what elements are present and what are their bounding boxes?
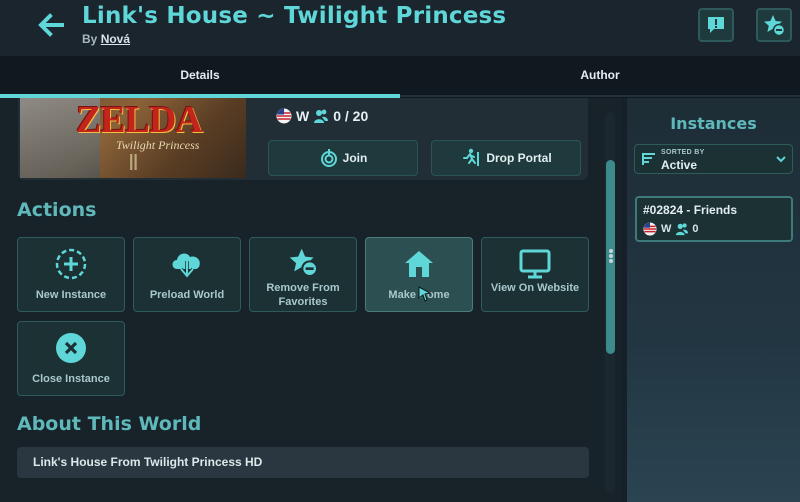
back-button[interactable]	[36, 10, 70, 40]
close-circle-icon	[56, 333, 86, 363]
drop-portal-button[interactable]: Drop Portal	[431, 140, 581, 176]
instance-region: W	[661, 223, 672, 235]
thumbnail-emblem: Ⅱ	[128, 150, 139, 175]
star-minus-icon	[764, 15, 786, 37]
home-icon	[405, 251, 433, 277]
tile-label: Preload World	[149, 289, 225, 301]
byline-prefix: By	[82, 32, 98, 46]
tile-icon-wrap	[18, 330, 124, 366]
thumbnail-logo: ZELDA	[76, 99, 203, 141]
new-instance-button[interactable]: New Instance	[17, 237, 125, 312]
users-icon	[314, 109, 329, 123]
star-minus-icon	[289, 248, 318, 277]
world-thumbnail: ZELDA Twilight Princess Ⅱ	[20, 98, 246, 178]
tile-label: Remove From Favorites	[266, 282, 340, 308]
arrow-left-icon	[38, 13, 64, 37]
tab-author[interactable]: Author	[400, 56, 800, 94]
make-home-button[interactable]: Make Home	[365, 237, 473, 312]
about-description: Link's House From Twilight Princess HD	[17, 447, 589, 478]
sort-caption: SORTED BY	[661, 149, 705, 156]
mouse-cursor-icon	[418, 286, 432, 302]
cloud-download-icon	[172, 253, 200, 279]
join-label: Join	[342, 151, 368, 165]
world-stats: W 0 / 20	[276, 108, 368, 124]
report-button[interactable]	[698, 8, 734, 42]
tile-label: View On Website	[490, 282, 580, 294]
tile-icon-wrap	[366, 246, 472, 282]
report-icon	[708, 17, 724, 33]
tile-icon-wrap	[134, 246, 240, 282]
us-flag-icon	[643, 222, 657, 236]
instances-heading: Instances	[670, 114, 757, 133]
tab-bar: Details Author	[0, 56, 800, 98]
preload-world-button[interactable]: Preload World	[133, 237, 241, 312]
portal-runner-icon	[463, 148, 480, 166]
header-bar: Link's House ~ Twilight Princess By Nová	[0, 0, 800, 56]
us-flag-icon	[276, 108, 292, 124]
monitor-icon	[519, 249, 551, 279]
remove-favorite-button[interactable]: Remove From Favorites	[249, 237, 357, 312]
instances-panel: Instances SORTED BY Active #02824 - Frie…	[627, 98, 800, 502]
page-title: Link's House ~ Twilight Princess	[82, 3, 507, 29]
sort-icon	[642, 153, 655, 165]
tile-label: Close Instance	[32, 373, 110, 385]
view-on-website-button[interactable]: View On Website	[481, 237, 589, 312]
tab-details[interactable]: Details	[0, 56, 400, 94]
actions-heading: Actions	[17, 199, 97, 221]
users-icon	[676, 223, 689, 236]
panel-resize-handle[interactable]	[608, 248, 614, 266]
tile-icon-wrap	[250, 244, 356, 280]
instance-meta: W 0	[643, 222, 699, 236]
tile-icon-wrap	[482, 246, 588, 282]
details-panel: ZELDA Twilight Princess Ⅱ W 0 / 20 Join …	[0, 98, 622, 502]
chevron-down-icon	[776, 156, 786, 163]
close-instance-button[interactable]: Close Instance	[17, 321, 125, 396]
instance-name: #02824 - Friends	[643, 203, 738, 217]
author-link[interactable]: Nová	[101, 32, 130, 46]
tile-label: New Instance	[35, 289, 107, 301]
world-summary-card: ZELDA Twilight Princess Ⅱ W 0 / 20 Join …	[18, 98, 588, 180]
about-heading: About This World	[17, 413, 202, 435]
instance-user-count: 0	[692, 223, 699, 235]
sort-dropdown[interactable]: SORTED BY Active	[634, 144, 793, 174]
region-label: W	[296, 108, 310, 124]
sort-value: Active	[661, 158, 698, 172]
plus-circle-icon	[55, 248, 87, 280]
occupancy-count: 0 / 20	[333, 108, 369, 124]
join-button[interactable]: Join	[268, 140, 418, 176]
tile-icon-wrap	[18, 246, 124, 282]
join-icon	[320, 149, 337, 167]
unfavorite-button[interactable]	[756, 8, 792, 42]
tab-track	[400, 95, 800, 97]
author-byline: By Nová	[82, 32, 130, 46]
drop-portal-label: Drop Portal	[486, 151, 552, 165]
instance-card[interactable]: #02824 - Friends W 0	[635, 196, 793, 242]
